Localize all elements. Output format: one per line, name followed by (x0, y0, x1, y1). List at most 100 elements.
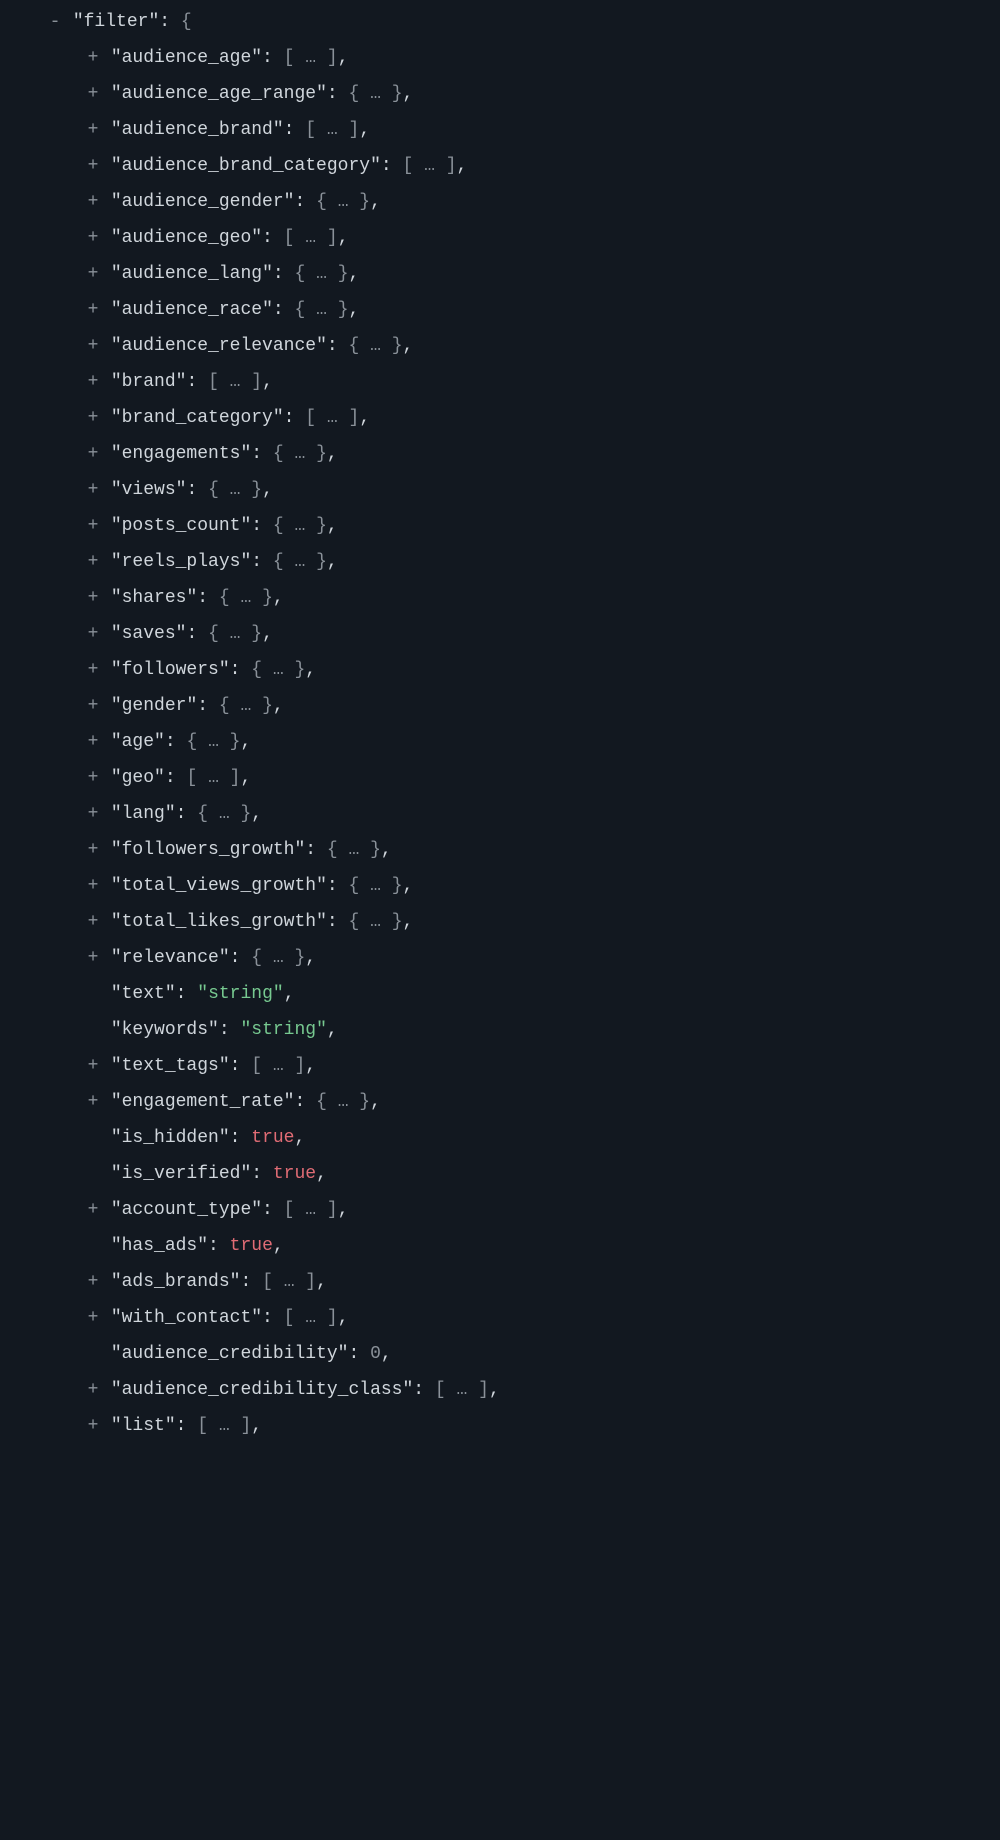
trailing-comma: , (327, 444, 338, 464)
expand-icon[interactable]: + (86, 688, 100, 724)
expand-icon[interactable]: + (86, 220, 100, 256)
json-property-line: + "shares": { … }, (0, 580, 1000, 616)
collapsed-placeholder[interactable]: { … } (348, 876, 402, 896)
collapsed-placeholder[interactable]: { … } (327, 840, 381, 860)
json-key: followers (122, 660, 219, 680)
expand-icon[interactable]: + (86, 292, 100, 328)
expand-icon[interactable]: + (86, 760, 100, 796)
expand-icon[interactable]: + (86, 436, 100, 472)
json-property-line: + "audience_age_range": { … }, (0, 76, 1000, 112)
collapsed-placeholder[interactable]: [ … ] (435, 1380, 489, 1400)
collapsed-placeholder[interactable]: { … } (294, 300, 348, 320)
trailing-comma: , (327, 516, 338, 536)
collapsed-placeholder[interactable]: [ … ] (251, 1056, 305, 1076)
expand-icon[interactable]: + (86, 580, 100, 616)
json-root-line: - "filter": { (0, 4, 1000, 40)
collapsed-placeholder[interactable]: { … } (208, 480, 262, 500)
json-key: audience_race (122, 300, 262, 320)
expand-icon[interactable]: + (86, 544, 100, 580)
json-value: "string" (197, 984, 283, 1004)
expand-icon[interactable]: + (86, 76, 100, 112)
json-key: audience_age_range (122, 84, 316, 104)
expand-icon[interactable]: + (86, 616, 100, 652)
collapsed-placeholder[interactable]: [ … ] (197, 1416, 251, 1436)
collapsed-placeholder[interactable]: { … } (219, 588, 273, 608)
collapse-icon[interactable]: - (48, 4, 62, 40)
collapsed-placeholder[interactable]: [ … ] (403, 156, 457, 176)
collapsed-placeholder[interactable]: { … } (273, 444, 327, 464)
expand-icon[interactable]: + (86, 1300, 100, 1336)
expand-icon[interactable]: + (86, 796, 100, 832)
json-key: has_ads (122, 1236, 198, 1256)
expand-icon[interactable]: + (86, 472, 100, 508)
collapsed-placeholder[interactable]: { … } (348, 336, 402, 356)
expand-icon[interactable]: + (86, 112, 100, 148)
json-value: true (273, 1164, 316, 1184)
expand-icon[interactable]: + (86, 832, 100, 868)
expand-icon[interactable]: + (86, 184, 100, 220)
collapsed-placeholder[interactable]: [ … ] (284, 48, 338, 68)
expand-icon[interactable]: + (86, 1372, 100, 1408)
expand-icon[interactable]: + (86, 904, 100, 940)
json-key: saves (122, 624, 176, 644)
json-property-line: + "lang": { … }, (0, 796, 1000, 832)
collapsed-placeholder[interactable]: [ … ] (262, 1272, 316, 1292)
trailing-comma: , (338, 1308, 349, 1328)
expand-icon[interactable]: + (86, 508, 100, 544)
trailing-comma: , (284, 984, 295, 1004)
collapsed-placeholder[interactable]: { … } (348, 912, 402, 932)
json-property-line: + "audience_geo": [ … ], (0, 220, 1000, 256)
collapsed-placeholder[interactable]: [ … ] (208, 372, 262, 392)
collapsed-placeholder[interactable]: { … } (273, 516, 327, 536)
json-property-line: "text": "string", (0, 976, 1000, 1012)
collapsed-placeholder[interactable]: { … } (197, 804, 251, 824)
trailing-comma: , (251, 804, 262, 824)
expand-icon[interactable]: + (86, 1408, 100, 1444)
expand-icon[interactable]: + (86, 256, 100, 292)
collapsed-placeholder[interactable]: { … } (273, 552, 327, 572)
expand-icon[interactable]: + (86, 40, 100, 76)
expand-icon[interactable]: + (86, 652, 100, 688)
json-key: total_likes_growth (122, 912, 316, 932)
collapsed-placeholder[interactable]: [ … ] (284, 1308, 338, 1328)
expand-icon[interactable]: + (86, 1084, 100, 1120)
json-key: audience_brand (122, 120, 273, 140)
collapsed-placeholder[interactable]: { … } (251, 948, 305, 968)
expand-icon[interactable]: + (86, 400, 100, 436)
expand-icon[interactable]: + (86, 1264, 100, 1300)
collapsed-placeholder[interactable]: { … } (208, 624, 262, 644)
collapsed-placeholder[interactable]: { … } (316, 1092, 370, 1112)
collapsed-placeholder[interactable]: { … } (251, 660, 305, 680)
json-property-line: + "brand": [ … ], (0, 364, 1000, 400)
expand-icon[interactable]: + (86, 364, 100, 400)
collapsed-placeholder[interactable]: [ … ] (186, 768, 240, 788)
expand-icon[interactable]: + (86, 868, 100, 904)
expand-icon[interactable]: + (86, 724, 100, 760)
collapsed-placeholder[interactable]: [ … ] (305, 120, 359, 140)
collapsed-placeholder[interactable]: { … } (316, 192, 370, 212)
expand-icon[interactable]: + (86, 1048, 100, 1084)
expand-icon[interactable]: + (86, 1192, 100, 1228)
json-key: shares (122, 588, 187, 608)
collapsed-placeholder[interactable]: { … } (348, 84, 402, 104)
collapsed-placeholder[interactable]: [ … ] (284, 228, 338, 248)
json-property-line: + "audience_race": { … }, (0, 292, 1000, 328)
collapsed-placeholder[interactable]: { … } (219, 696, 273, 716)
json-property-line: + "views": { … }, (0, 472, 1000, 508)
collapsed-placeholder[interactable]: [ … ] (305, 408, 359, 428)
json-key: is_hidden (122, 1128, 219, 1148)
json-property-line: + "followers_growth": { … }, (0, 832, 1000, 868)
json-property-line: + "audience_lang": { … }, (0, 256, 1000, 292)
expand-icon[interactable]: + (86, 328, 100, 364)
collapsed-placeholder[interactable]: [ … ] (284, 1200, 338, 1220)
trailing-comma: , (338, 228, 349, 248)
json-property-line: + "audience_relevance": { … }, (0, 328, 1000, 364)
expand-icon[interactable]: + (86, 148, 100, 184)
json-property-line: + "reels_plays": { … }, (0, 544, 1000, 580)
json-property-line: + "audience_credibility_class": [ … ], (0, 1372, 1000, 1408)
collapsed-placeholder[interactable]: { … } (186, 732, 240, 752)
json-key: followers_growth (122, 840, 295, 860)
collapsed-placeholder[interactable]: { … } (294, 264, 348, 284)
expand-icon[interactable]: + (86, 940, 100, 976)
json-property-line: + "age": { … }, (0, 724, 1000, 760)
